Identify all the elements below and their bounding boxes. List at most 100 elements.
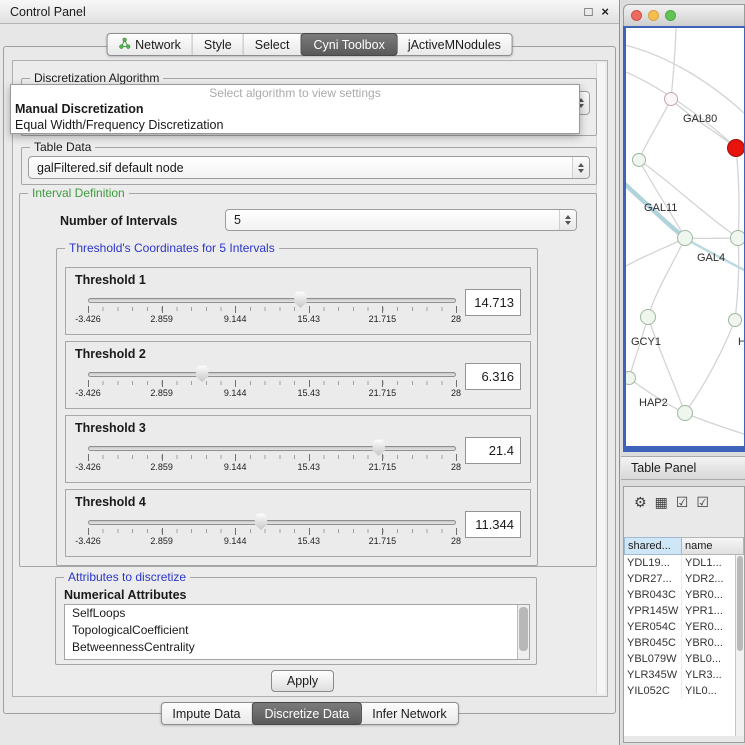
slider-scale-label: 2.859 (150, 388, 173, 398)
network-window: GAL80 GAL11 GAL4 GCY1 HAP2 H (623, 4, 745, 452)
combobox-stepper-icon[interactable] (572, 157, 589, 178)
select-rows-icon[interactable]: ☑ (696, 495, 709, 509)
cell-name: YBR0... (682, 635, 735, 651)
table-row[interactable]: YIL052CYIL0... (624, 683, 735, 699)
tab-style[interactable]: Style (193, 34, 244, 55)
table-row[interactable]: YLR345WYLR3... (624, 667, 735, 683)
table-row[interactable]: YDR27...YDR2... (624, 571, 735, 587)
slider-track[interactable] (88, 298, 456, 303)
tab-cyni-toolbox[interactable]: Cyni Toolbox (300, 33, 397, 56)
table-row[interactable]: YBL079WYBL0... (624, 651, 735, 667)
table-row[interactable]: YDL19...YDL1... (624, 555, 735, 571)
slider-tick (456, 528, 457, 535)
threshold-slider[interactable]: -3.4262.8599.14415.4321.71528 (88, 364, 456, 398)
gear-icon[interactable]: ⚙ (634, 495, 647, 509)
threshold-value-field[interactable]: 6.316 (465, 363, 521, 390)
threshold-value-field[interactable]: 11.344 (465, 511, 521, 538)
threshold-slider[interactable]: -3.4262.8599.14415.4321.71528 (88, 290, 456, 324)
table-data-combobox[interactable]: galFiltered.sif default node (28, 156, 590, 179)
table-row[interactable]: YER054CYER0... (624, 619, 735, 635)
tab-network[interactable]: Network (107, 34, 193, 55)
network-node[interactable] (731, 231, 745, 246)
slider-scale-label: 15.43 (298, 388, 321, 398)
close-icon[interactable]: × (601, 5, 609, 18)
zoom-traffic-light-icon[interactable] (665, 10, 676, 21)
column-header-name[interactable]: name (682, 537, 744, 555)
combobox-stepper-icon[interactable] (559, 210, 576, 230)
node-label: H (738, 336, 744, 348)
number-of-intervals-combobox[interactable]: 5 (225, 209, 577, 231)
threshold-slider[interactable]: -3.4262.8599.14415.4321.71528 (88, 512, 456, 546)
network-node[interactable] (626, 372, 636, 385)
slider-tick (235, 306, 236, 313)
scrollbar-thumb[interactable] (737, 556, 743, 651)
cell-name: YDR2... (682, 571, 735, 587)
table-row[interactable]: YBR043CYBR0... (624, 587, 735, 603)
minimize-traffic-light-icon[interactable] (648, 10, 659, 21)
right-side-panels: GAL80 GAL11 GAL4 GCY1 HAP2 H Table Panel… (621, 0, 745, 745)
tab-label: Select (255, 38, 290, 52)
tab-label: Style (204, 38, 232, 52)
threshold-label: Threshold 3 (75, 421, 146, 435)
network-canvas[interactable]: GAL80 GAL11 GAL4 GCY1 HAP2 H (626, 28, 744, 446)
network-node-selected[interactable] (728, 140, 745, 157)
tab-select[interactable]: Select (244, 34, 302, 55)
tab-jactivemnodules[interactable]: jActiveMNodules (397, 34, 512, 55)
scrollbar-thumb[interactable] (519, 607, 528, 651)
control-panel: Control Panel □ × Network Style Select Cyni … (0, 0, 620, 745)
dropdown-option-manual-discretization[interactable]: Manual Discretization (11, 101, 579, 117)
network-window-titlebar (623, 4, 745, 26)
tab-label: Infer Network (372, 707, 446, 721)
attributes-list[interactable]: SelfLoopsTopologicalCoefficientBetweenne… (64, 604, 530, 660)
slider-tick (456, 454, 457, 461)
threshold-value-field[interactable]: 21.4 (465, 437, 521, 464)
cell-name: YIL0... (682, 683, 735, 699)
close-traffic-light-icon[interactable] (631, 10, 642, 21)
slider-scale-label: 15.43 (298, 536, 321, 546)
settings-panel: Discretization Algorithm Table Data galF… (12, 60, 608, 697)
select-all-icon[interactable]: ☑ (676, 495, 689, 509)
table-row[interactable]: YBR045CYBR0... (624, 635, 735, 651)
columns-icon[interactable]: ▦ (655, 495, 668, 509)
slider-tick (162, 454, 163, 461)
tab-infer-network[interactable]: Infer Network (361, 703, 457, 724)
attribute-item[interactable]: SelfLoops (65, 605, 529, 622)
slider-tick (88, 454, 89, 461)
table-row[interactable]: YPR145WYPR1... (624, 603, 735, 619)
top-tab-bar: Network Style Select Cyni ToolboxjActiveMNo… (106, 33, 513, 56)
column-header-shared-name[interactable]: shared... (624, 537, 682, 555)
apply-button[interactable]: Apply (271, 670, 334, 692)
network-node[interactable] (678, 231, 693, 246)
attribute-item[interactable]: BetweennessCentrality (65, 639, 529, 656)
network-node[interactable] (678, 406, 693, 421)
dropdown-option-equal-width-frequency[interactable]: Equal Width/Frequency Discretization (11, 117, 579, 133)
settings-scrollbar[interactable] (596, 63, 605, 694)
threshold-slider[interactable]: -3.4262.8599.14415.4321.71528 (88, 438, 456, 472)
network-node[interactable] (729, 314, 742, 327)
float-icon[interactable]: □ (585, 5, 593, 18)
network-node[interactable] (633, 154, 646, 167)
slider-tick (456, 380, 457, 387)
group-title: Table Data (30, 140, 95, 154)
slider-tick (382, 306, 383, 313)
group-title: Discretization Algorithm (30, 71, 163, 85)
cell-name: YER0... (682, 619, 735, 635)
tab-label: Discretize Data (265, 707, 350, 721)
tab-impute-data[interactable]: Impute Data (161, 703, 252, 724)
slider-major-ticks (88, 380, 456, 387)
table-panel-titlebar: Table Panel (621, 456, 745, 480)
network-node[interactable] (665, 93, 678, 106)
slider-tick (235, 528, 236, 535)
panel-title: Control Panel (10, 5, 86, 19)
threshold-value-field[interactable]: 14.713 (465, 289, 521, 316)
slider-track[interactable] (88, 520, 456, 525)
tab-discretize-data[interactable]: Discretize Data (252, 702, 363, 725)
threshold-label: Threshold 4 (75, 495, 146, 509)
slider-track[interactable] (88, 446, 456, 451)
threshold-label: Threshold 2 (75, 347, 146, 361)
network-node[interactable] (641, 310, 656, 325)
slider-track[interactable] (88, 372, 456, 377)
table-scrollbar[interactable] (735, 555, 744, 736)
attribute-item[interactable]: TopologicalCoefficient (65, 622, 529, 639)
attributes-scrollbar[interactable] (517, 605, 529, 659)
